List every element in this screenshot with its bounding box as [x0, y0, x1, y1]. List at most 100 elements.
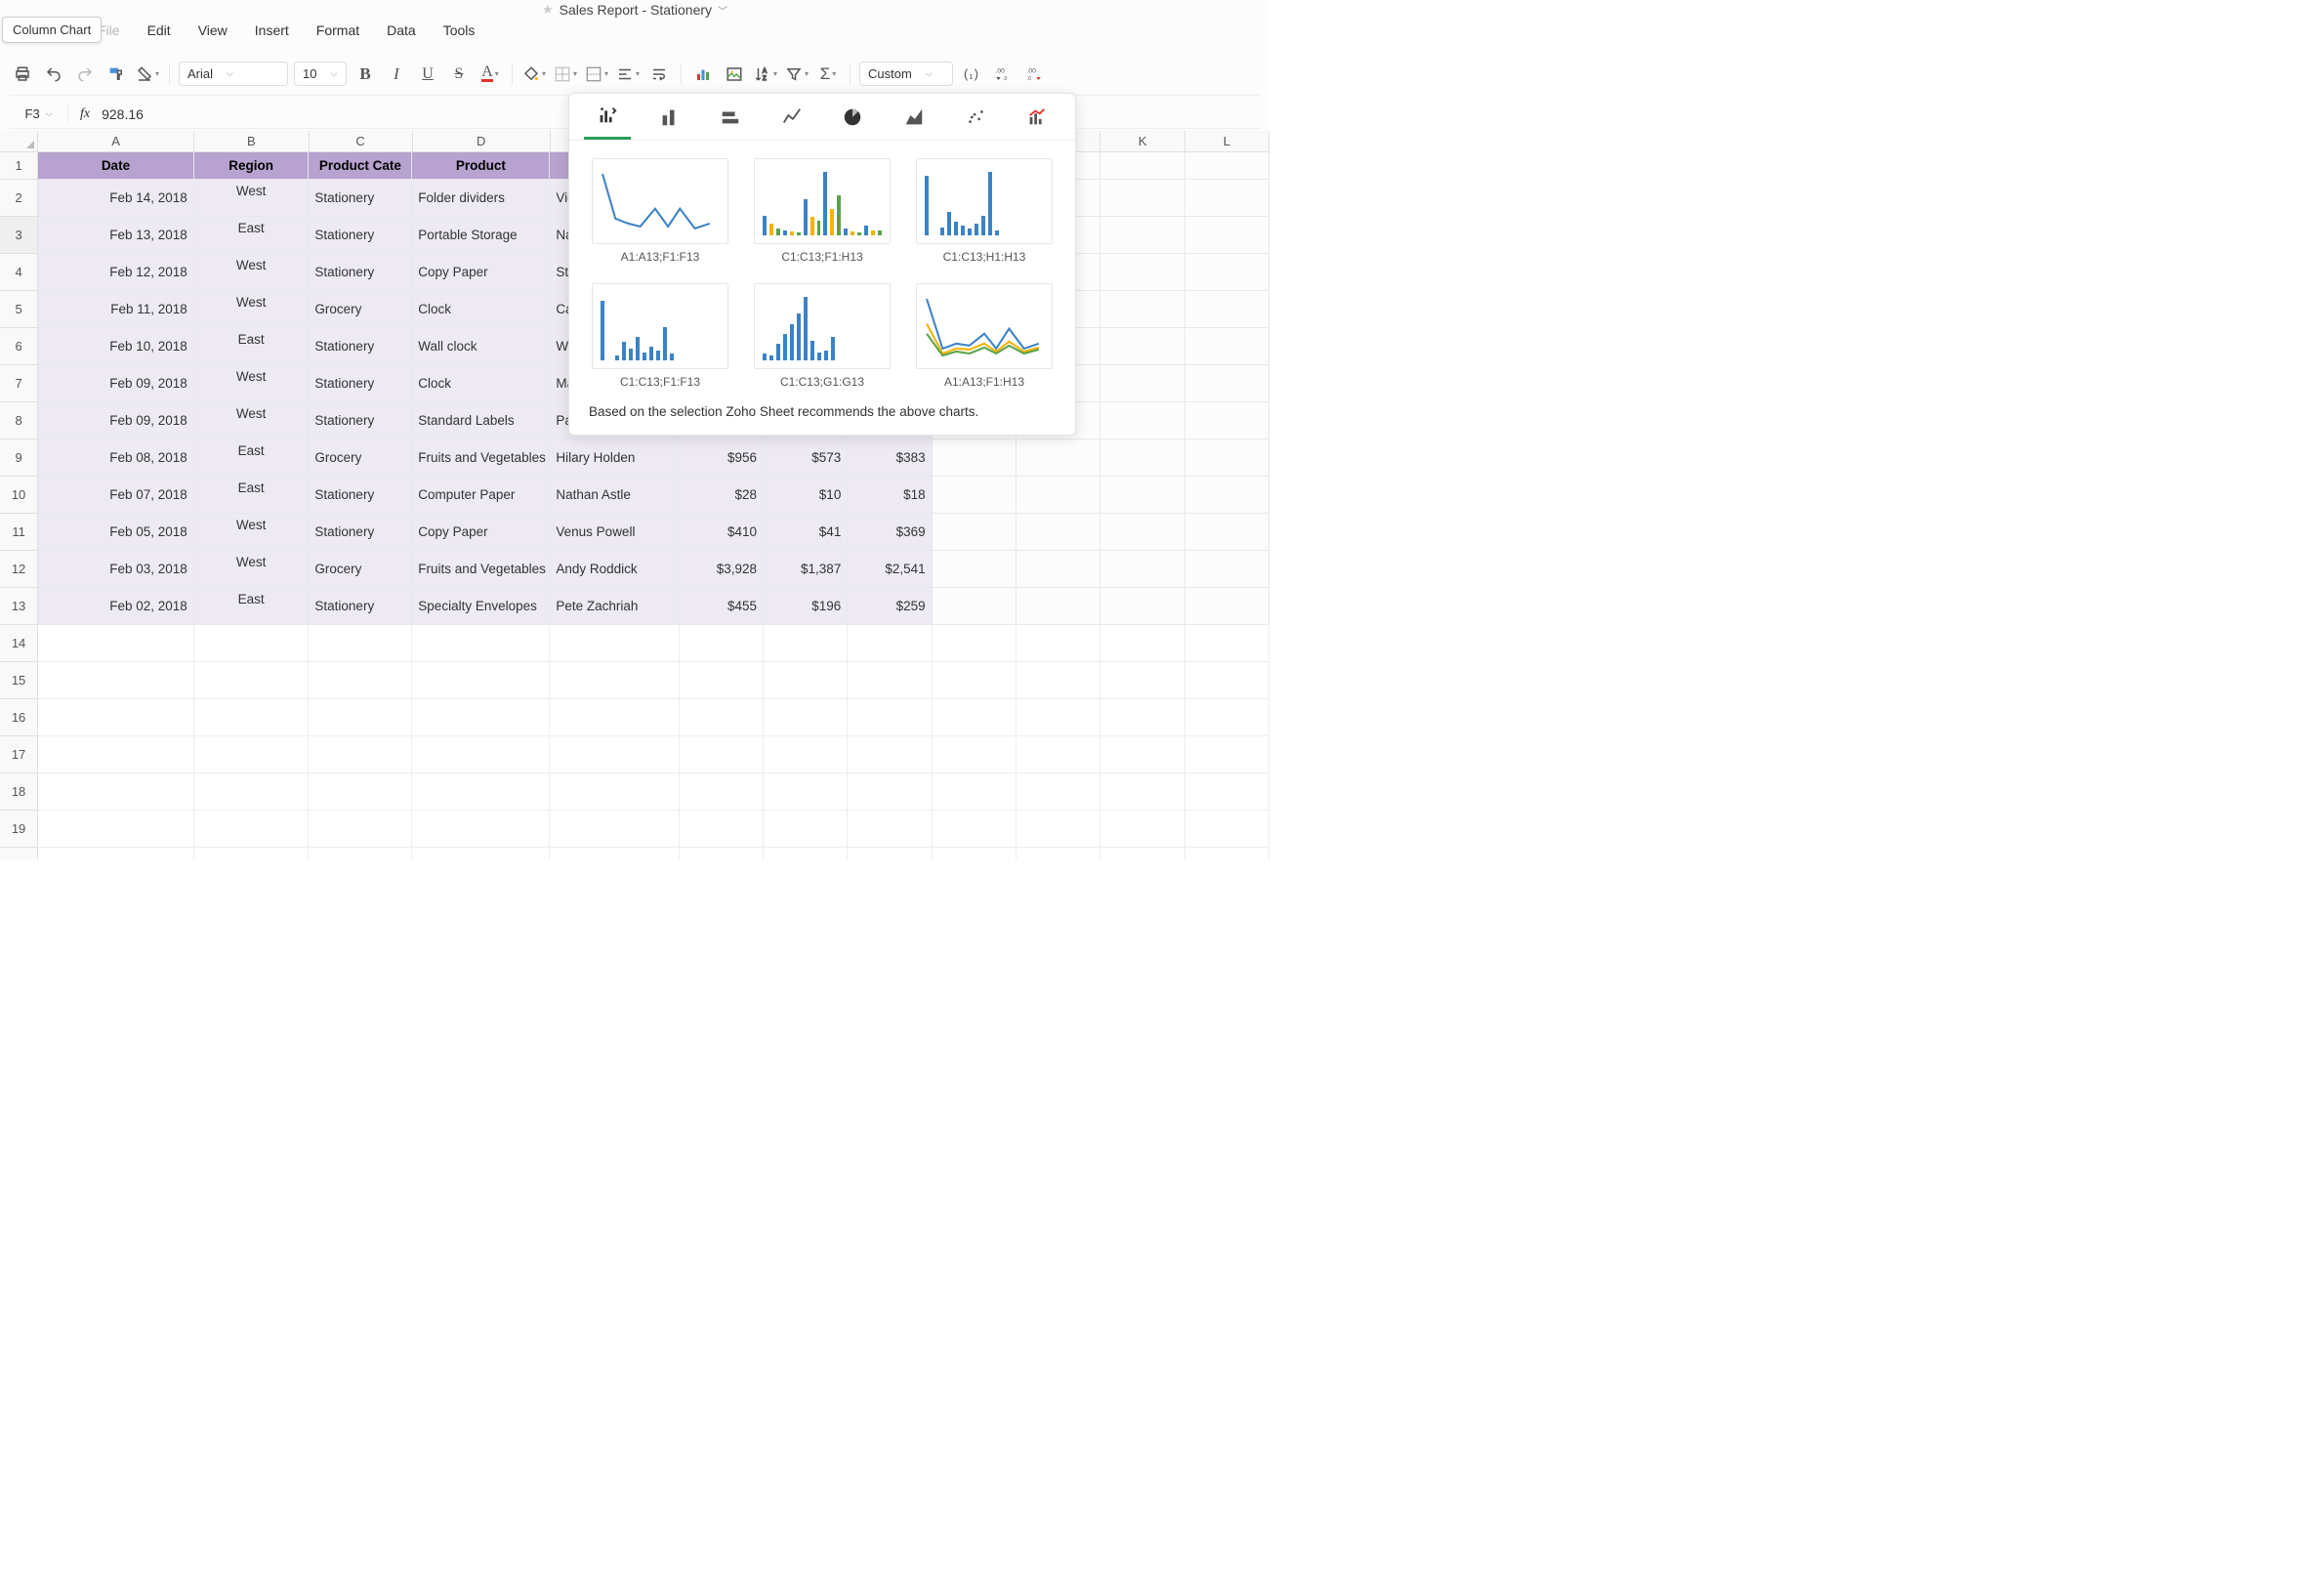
header-cell[interactable]: Product	[412, 152, 550, 180]
cell[interactable]	[38, 625, 194, 662]
cell[interactable]	[1185, 588, 1269, 625]
cell[interactable]	[764, 699, 848, 736]
text-color-button[interactable]: A▾	[477, 62, 503, 87]
cell[interactable]	[1100, 402, 1184, 439]
cell[interactable]: Pete Zachriah	[550, 588, 679, 625]
cell[interactable]: Stationery	[309, 514, 412, 551]
cell[interactable]	[1100, 291, 1184, 328]
clear-format-icon[interactable]: ▾	[135, 62, 160, 87]
cell[interactable]: West	[194, 180, 310, 217]
row-header[interactable]: 1	[0, 152, 38, 180]
cell[interactable]	[412, 625, 550, 662]
tab-bar-icon[interactable]	[707, 94, 754, 140]
cell[interactable]: Specialty Envelopes	[412, 588, 550, 625]
row-header[interactable]: 7	[0, 365, 38, 402]
cell[interactable]: $410	[680, 514, 764, 551]
cell[interactable]	[680, 773, 764, 811]
align-icon[interactable]: ▾	[615, 62, 641, 87]
col-header-k[interactable]: K	[1100, 131, 1184, 152]
col-header-l[interactable]: L	[1185, 131, 1269, 152]
cell[interactable]	[1017, 477, 1100, 514]
cell[interactable]	[764, 625, 848, 662]
cell[interactable]	[933, 514, 1017, 551]
cell[interactable]: Hilary Holden	[550, 439, 679, 477]
star-icon[interactable]: ★	[542, 2, 554, 18]
tab-combo-icon[interactable]	[1014, 94, 1060, 140]
cell[interactable]	[412, 662, 550, 699]
row-header[interactable]: 4	[0, 254, 38, 291]
header-cell[interactable]: Product Cate	[309, 152, 412, 180]
cell[interactable]	[1185, 699, 1269, 736]
chart-icon[interactable]	[690, 62, 716, 87]
tab-line-icon[interactable]	[768, 94, 815, 140]
cell[interactable]	[1017, 811, 1100, 848]
menu-view[interactable]: View	[198, 22, 228, 38]
cell[interactable]: $28	[680, 477, 764, 514]
merge-cells-icon[interactable]: ▾	[584, 62, 609, 87]
cell[interactable]	[680, 662, 764, 699]
cell[interactable]: Feb 13, 2018	[38, 217, 194, 254]
cell[interactable]	[38, 811, 194, 848]
cell[interactable]	[309, 811, 412, 848]
cell[interactable]: Stationery	[309, 217, 412, 254]
cell[interactable]	[412, 773, 550, 811]
cell[interactable]	[1017, 551, 1100, 588]
cell[interactable]: $455	[680, 588, 764, 625]
cell[interactable]	[680, 736, 764, 773]
select-all-corner[interactable]	[0, 131, 38, 152]
cell[interactable]	[1100, 217, 1184, 254]
cell[interactable]	[38, 736, 194, 773]
cell[interactable]	[1017, 736, 1100, 773]
cell[interactable]: Grocery	[309, 291, 412, 328]
row-header[interactable]: 5	[0, 291, 38, 328]
cell[interactable]	[1100, 736, 1184, 773]
cell[interactable]	[848, 699, 932, 736]
wrap-text-icon[interactable]	[646, 62, 672, 87]
col-header-c[interactable]: C	[310, 131, 413, 152]
fx-icon[interactable]: fx	[80, 106, 90, 122]
col-header-a[interactable]: A	[38, 131, 194, 152]
cell[interactable]	[1185, 662, 1269, 699]
cell[interactable]	[1185, 848, 1269, 859]
filter-icon[interactable]: ▾	[784, 62, 809, 87]
cell[interactable]: Stationery	[309, 254, 412, 291]
cell[interactable]	[848, 811, 932, 848]
cell[interactable]: West	[194, 514, 310, 551]
undo-icon[interactable]	[41, 62, 66, 87]
row-header[interactable]: 2	[0, 180, 38, 217]
row-header[interactable]: 14	[0, 625, 38, 662]
cell[interactable]	[1185, 180, 1269, 217]
font-size-select[interactable]: 10⌵	[294, 62, 347, 86]
cell[interactable]: East	[194, 588, 310, 625]
cell[interactable]: Standard Labels	[412, 402, 550, 439]
cell[interactable]	[1100, 551, 1184, 588]
cell[interactable]: $10	[764, 477, 848, 514]
cell[interactable]	[1185, 439, 1269, 477]
cell[interactable]: $1,387	[764, 551, 848, 588]
cell[interactable]: West	[194, 291, 310, 328]
cell[interactable]	[848, 625, 932, 662]
strikethrough-button[interactable]: S	[446, 62, 472, 87]
row-header[interactable]: 9	[0, 439, 38, 477]
cell[interactable]	[1185, 254, 1269, 291]
cell[interactable]	[309, 773, 412, 811]
tab-scatter-icon[interactable]	[952, 94, 999, 140]
cell[interactable]	[933, 625, 1017, 662]
cell[interactable]	[550, 773, 679, 811]
font-family-select[interactable]: Arial⌵	[179, 62, 288, 86]
cell[interactable]: West	[194, 402, 310, 439]
cell[interactable]	[550, 848, 679, 859]
underline-button[interactable]: U	[415, 62, 440, 87]
cell[interactable]: East	[194, 328, 310, 365]
cell[interactable]: Feb 12, 2018	[38, 254, 194, 291]
cell[interactable]: Stationery	[309, 365, 412, 402]
cell[interactable]: Copy Paper	[412, 514, 550, 551]
cell[interactable]	[764, 811, 848, 848]
increase-decimal-icon[interactable]: .00.0	[990, 62, 1016, 87]
row-header[interactable]: 11	[0, 514, 38, 551]
cell[interactable]	[1100, 662, 1184, 699]
cell[interactable]	[848, 848, 932, 859]
cell[interactable]: $259	[848, 588, 932, 625]
cell[interactable]: Andy Roddick	[550, 551, 679, 588]
cell[interactable]	[1017, 439, 1100, 477]
